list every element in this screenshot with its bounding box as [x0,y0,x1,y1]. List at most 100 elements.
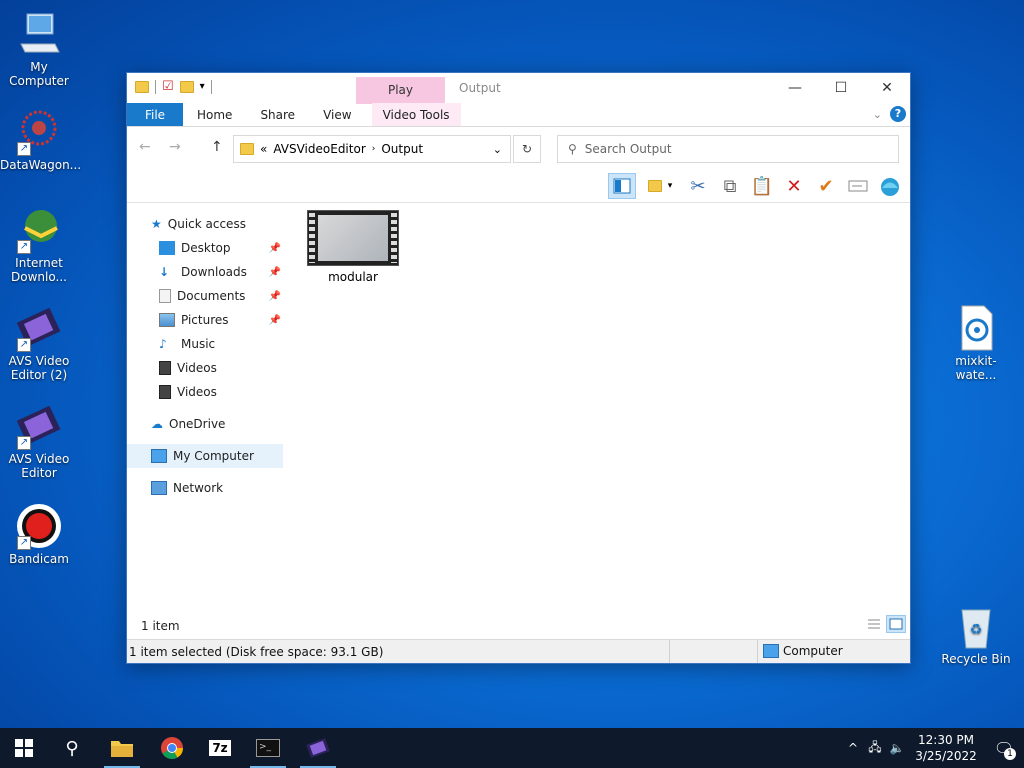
desktop-icon-mixkit-audio[interactable]: mixkit-wate... [935,304,1017,382]
breadcrumb-avsvideoeditor[interactable]: AVSVideoEditor [273,142,365,156]
customize-dropdown-icon[interactable]: ▾ [200,81,205,92]
desktop-icon-avs-video-editor[interactable]: ↗ AVS Video Editor [0,402,78,480]
refresh-button[interactable]: ↻ [513,135,541,163]
breadcrumb-output[interactable]: Output [381,142,423,156]
cloud-icon: ☁ [151,417,163,431]
chrome-icon [161,737,183,759]
search-box[interactable]: ⚲ Search Output [557,135,899,163]
new-folder-icon[interactable] [179,80,194,93]
rename-icon[interactable] [844,173,872,199]
terminal-icon: >_ [256,739,280,757]
taskbar-avs-video-editor[interactable] [294,728,342,768]
taskbar-chrome[interactable] [148,728,196,768]
shell-icon[interactable] [876,173,904,199]
desktop-icon-datawagon[interactable]: ↗ DataWagon... [0,108,81,172]
help-icon[interactable]: ? [890,106,906,122]
window-controls: — ☐ ✕ [772,73,910,103]
nav-onedrive[interactable]: ☁ OneDrive [127,412,283,436]
desktop-icon-label: My Computer [9,60,69,88]
record-icon: ↗ [15,502,63,550]
breadcrumb-separator-icon[interactable]: › [372,144,376,154]
pin-icon: 📌 [268,290,281,302]
taskbar-terminal[interactable]: >_ [244,728,292,768]
maximize-button[interactable]: ☐ [818,73,864,103]
video-icon [159,385,171,399]
download-arrow-icon: ↓ [159,265,170,279]
nav-desktop[interactable]: Desktop 📌 [127,236,283,260]
network-tray-icon[interactable]: 🖧 [864,738,886,759]
file-item-modular[interactable]: modular [305,210,401,284]
nav-downloads[interactable]: ↓ Downloads 📌 [127,260,283,284]
new-folder-dropdown-icon[interactable]: ▾ [640,173,680,199]
nav-videos-1[interactable]: Videos [127,356,283,380]
tab-file[interactable]: File [127,103,183,126]
close-button[interactable]: ✕ [864,73,910,103]
pin-icon: 📌 [268,314,281,326]
forward-button[interactable]: → [169,139,181,155]
picture-icon [159,313,175,327]
network-icon [151,481,167,495]
video-thumbnail-icon [307,210,399,266]
clock[interactable]: 12:30 PM 3/25/2022 [908,732,984,764]
tab-video-tools[interactable]: Video Tools [371,103,461,126]
nav-music[interactable]: ♪ Music [127,332,283,356]
start-button[interactable] [0,728,48,768]
nav-network[interactable]: Network [127,476,283,500]
taskbar: ⚲ 7z >_ ^ 🖧 🔈 12:30 PM 3/25/2022 🗨 1 [0,728,1024,768]
properties-icon[interactable]: ☑ [162,79,174,94]
details-view-icon[interactable] [864,615,884,633]
desktop-icon-avs-video-editor-2[interactable]: ↗ AVS Video Editor (2) [0,304,78,382]
paste-icon[interactable]: 📋 [748,173,776,199]
nav-quick-access[interactable]: ★ Quick access [127,212,283,236]
desktop-icon-internet-download[interactable]: ↗ Internet Downlo... [0,206,78,284]
desktop-icon [159,241,175,255]
nav-documents[interactable]: Documents 📌 [127,284,283,308]
file-name: modular [328,270,378,284]
breadcrumb-overflow[interactable]: « [260,142,267,156]
address-bar[interactable]: « AVSVideoEditor › Output ⌄ [233,135,511,163]
selection-status: 1 item selected (Disk free space: 93.1 G… [129,645,384,659]
shortcut-arrow-icon: ↗ [17,436,31,450]
notification-center-button[interactable]: 🗨 1 [984,728,1024,768]
nav-videos-2[interactable]: Videos [127,380,283,404]
nav-my-computer[interactable]: My Computer [127,444,283,468]
cut-icon[interactable]: ✂ [684,173,712,199]
desktop-icon-recycle-bin[interactable]: ♻ Recycle Bin [935,602,1017,666]
minimize-button[interactable]: — [772,73,818,103]
explorer-window: ☑ ▾ Play Output — ☐ ✕ File Home Share Vi… [126,72,911,664]
back-button[interactable]: ← [139,139,151,155]
volume-icon[interactable]: 🔈 [886,741,908,755]
taskbar-file-explorer[interactable] [98,728,146,768]
desktop-icon-label: AVS Video Editor [8,452,70,480]
item-count-bar: 1 item [127,613,910,639]
desktop-icon-label: AVS Video Editor (2) [8,354,70,382]
delete-icon[interactable]: ✕ [780,173,808,199]
tab-home[interactable]: Home [183,103,246,126]
film-strip-icon: ↗ [15,402,63,450]
system-tray: ^ 🖧 🔈 12:30 PM 3/25/2022 🗨 1 [842,728,1024,768]
taskbar-7zip[interactable]: 7z [196,728,244,768]
search-button[interactable]: ⚲ [48,728,96,768]
desktop-icon-my-computer[interactable]: My Computer [0,10,78,88]
copy-icon[interactable]: ⧉ [716,173,744,199]
video-icon [159,361,171,375]
desktop-icon-bandicam[interactable]: ↗ Bandicam [0,502,78,566]
search-input[interactable]: Search Output [585,142,672,156]
notification-count: 1 [1004,748,1016,760]
folder-icon [111,741,133,757]
nav-pictures[interactable]: Pictures 📌 [127,308,283,332]
preview-pane-icon[interactable] [608,173,636,199]
tab-view[interactable]: View [309,103,365,126]
tab-share[interactable]: Share [246,103,309,126]
music-note-icon: ♪ [159,337,167,351]
large-icons-view-icon[interactable] [886,615,906,633]
up-button[interactable]: ↑ [211,139,223,155]
address-dropdown-icon[interactable]: ⌄ [493,143,502,156]
checkmark-icon[interactable]: ✔ [812,173,840,199]
film-strip-icon [306,738,330,758]
recycle-bin-icon: ♻ [952,602,1000,650]
expand-ribbon-icon[interactable]: ⌄ [873,108,882,121]
7zip-icon: 7z [209,740,231,756]
show-hidden-icons-icon[interactable]: ^ [842,741,864,755]
quick-access-toolbar: ☑ ▾ [135,79,212,94]
